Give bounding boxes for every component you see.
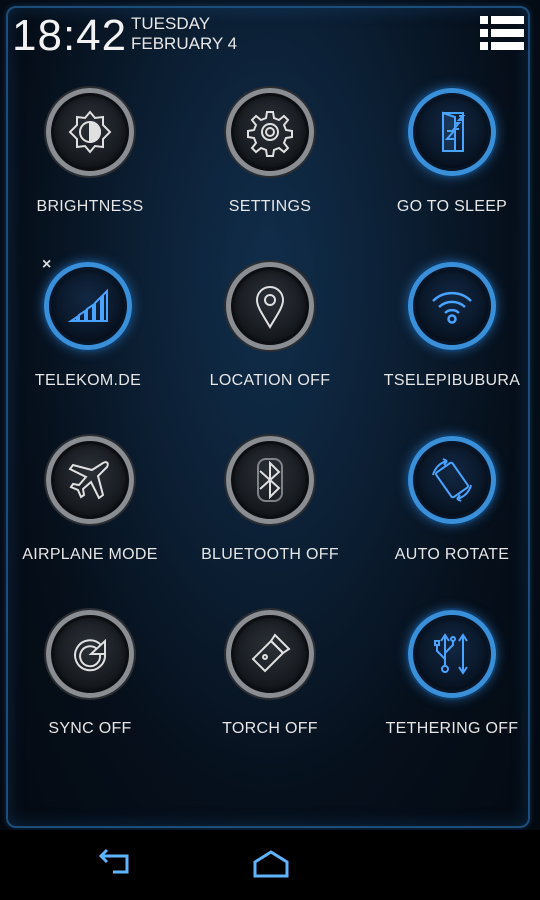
torch-toggle[interactable]: TORCH OFF (180, 604, 360, 764)
tile-label: GO TO SLEEP (396, 198, 508, 215)
back-icon (98, 848, 129, 874)
wifi-icon (432, 291, 472, 324)
tile-label: AIRPLANE MODE (22, 546, 158, 563)
bluetooth-toggle[interactable]: BLUETOOTH OFF (180, 430, 360, 590)
tile-label: BRIGHTNESS (36, 198, 144, 215)
brightness-toggle[interactable]: BRIGHTNESS (0, 82, 180, 242)
tile-label: AUTO ROTATE (394, 546, 510, 563)
gear-icon (247, 111, 293, 157)
tile-label: SETTINGS (228, 198, 312, 215)
tile-label: TORCH OFF (222, 720, 318, 737)
tile-label: TELEKOM.DE (34, 372, 142, 389)
sync-icon (74, 638, 107, 672)
navigation-bar (0, 830, 540, 900)
tile-label: TETHERING OFF (385, 720, 519, 737)
date: FEBRUARY 4 (131, 34, 238, 53)
tile-label: LOCATION OFF (209, 372, 331, 389)
brightness-icon (68, 110, 112, 154)
bluetooth-icon (257, 458, 283, 502)
home-icon (253, 850, 289, 878)
back-button[interactable] (95, 848, 139, 882)
flashlight-icon (251, 633, 291, 673)
close-icon[interactable]: × (42, 256, 51, 274)
home-button[interactable] (249, 848, 293, 882)
toggle-ring (46, 88, 134, 176)
auto-rotate-toggle[interactable]: AUTO ROTATE (362, 430, 540, 590)
list-menu-icon (480, 16, 524, 50)
menu-button[interactable] (478, 14, 526, 54)
toggle-ring (226, 436, 314, 524)
rotate-icon (432, 458, 472, 502)
clock: 18:42 (12, 11, 128, 60)
toggle-ring (408, 610, 496, 698)
toggle-ring (44, 262, 132, 350)
toggle-ring (226, 610, 314, 698)
status-header: 18:42 TUESDAY FEBRUARY 4 (0, 0, 540, 72)
location-pin-icon (255, 286, 285, 329)
signal-bars-icon (67, 288, 108, 322)
toggle-ring (408, 436, 496, 524)
sync-toggle[interactable]: SYNC OFF (0, 604, 180, 764)
sleep-door-icon (442, 111, 466, 152)
airplane-mode-toggle[interactable]: AIRPLANE MODE (0, 430, 180, 590)
toggle-ring (408, 262, 496, 350)
tile-label: BLUETOOTH OFF (201, 546, 339, 563)
toggle-ring (46, 610, 134, 698)
tile-label: SYNC OFF (48, 720, 132, 737)
location-toggle[interactable]: LOCATION OFF (180, 256, 360, 416)
go-to-sleep-toggle[interactable]: GO TO SLEEP (362, 82, 540, 242)
airplane-icon (68, 461, 109, 500)
mobile-network-toggle[interactable]: × TELEKOM.DE (0, 256, 178, 416)
screen: 18:42 TUESDAY FEBRUARY 4 BRIGHTNESS SETT… (0, 0, 540, 900)
toggle-ring (226, 88, 314, 176)
tethering-toggle[interactable]: TETHERING OFF (362, 604, 540, 764)
toggle-ring (46, 436, 134, 524)
toggle-ring (408, 88, 496, 176)
usb-icon (434, 633, 468, 675)
settings-toggle[interactable]: SETTINGS (180, 82, 360, 242)
tile-label: TSELEPIBUBURA (383, 372, 521, 389)
weekday: TUESDAY (131, 14, 211, 33)
toggle-ring (226, 262, 314, 350)
wifi-toggle[interactable]: TSELEPIBUBURA (362, 256, 540, 416)
